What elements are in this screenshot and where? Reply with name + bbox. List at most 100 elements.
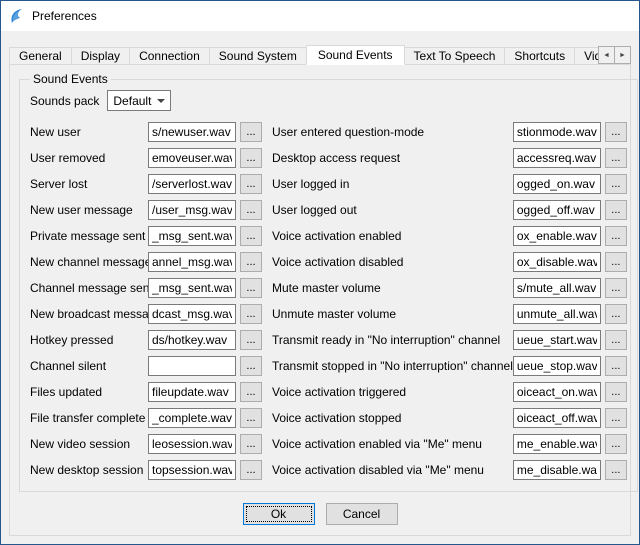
sound-file-input[interactable] [513,174,601,194]
sound-file-input[interactable] [148,460,236,480]
sound-file-input[interactable] [148,408,236,428]
browse-button[interactable]: ... [240,278,262,298]
sound-file-input[interactable] [148,434,236,454]
browse-button[interactable]: ... [605,304,627,324]
sound-file-input[interactable] [148,278,236,298]
sound-event-columns: New user ... User removed ... Server los… [30,119,627,483]
sound-event-label: User logged in [272,177,513,191]
ok-button[interactable]: Ok [243,503,315,525]
sound-event-label: New channel message [30,255,148,269]
sound-event-label: Voice activation enabled via "Me" menu [272,437,513,451]
sound-event-row: User removed ... [30,145,262,171]
sound-file-input[interactable] [513,460,601,480]
tab-sound-system[interactable]: Sound System [209,47,307,65]
browse-button[interactable]: ... [240,382,262,402]
window-title: Preferences [32,9,97,23]
sound-file-input[interactable] [148,382,236,402]
sound-event-label: File transfer complete [30,411,148,425]
sound-file-input[interactable] [513,356,601,376]
tab-sound-events[interactable]: Sound Events [306,45,405,65]
browse-button[interactable]: ... [240,174,262,194]
sound-event-label: Desktop access request [272,151,513,165]
sound-file-input[interactable] [513,382,601,402]
browse-button[interactable]: ... [605,330,627,350]
sound-file-input[interactable] [513,304,601,324]
sound-file-input[interactable] [513,434,601,454]
sound-event-row: New video session ... [30,431,262,457]
browse-button[interactable]: ... [605,252,627,272]
sound-event-label: User removed [30,151,148,165]
dialog-buttons: Ok Cancel [10,503,630,525]
browse-button[interactable]: ... [240,408,262,428]
browse-button[interactable]: ... [605,122,627,142]
right-column: User entered question-mode ... Desktop a… [272,119,627,483]
sound-file-input[interactable] [148,304,236,324]
browse-button[interactable]: ... [240,148,262,168]
sound-event-row: Transmit ready in "No interruption" chan… [272,327,627,353]
sound-event-row: Voice activation stopped ... [272,405,627,431]
browse-button[interactable]: ... [605,408,627,428]
sound-event-row: New user message ... [30,197,262,223]
browse-button[interactable]: ... [605,382,627,402]
sound-event-row: Voice activation enabled via "Me" menu .… [272,431,627,457]
browse-button[interactable]: ... [240,200,262,220]
sound-file-input[interactable] [513,200,601,220]
sound-event-row: New desktop session ... [30,457,262,483]
browse-button[interactable]: ... [240,356,262,376]
cancel-button[interactable]: Cancel [326,503,398,525]
sound-file-input[interactable] [513,330,601,350]
sound-file-input[interactable] [513,408,601,428]
browse-button[interactable]: ... [240,434,262,454]
sound-event-label: Voice activation disabled [272,255,513,269]
sound-event-label: New desktop session [30,463,148,477]
sound-file-input[interactable] [148,330,236,350]
sound-event-label: Mute master volume [272,281,513,295]
tab-scroll: ◄ ► [599,46,631,64]
sound-event-row: Server lost ... [30,171,262,197]
sound-file-input[interactable] [513,278,601,298]
browse-button[interactable]: ... [240,304,262,324]
browse-button[interactable]: ... [240,460,262,480]
left-column: New user ... User removed ... Server los… [30,119,262,483]
tab-scroll-right-button[interactable]: ► [614,46,631,64]
tab-connection[interactable]: Connection [129,47,210,65]
browse-button[interactable]: ... [605,460,627,480]
browse-button[interactable]: ... [240,122,262,142]
sound-file-input[interactable] [513,148,601,168]
sound-event-row: Hotkey pressed ... [30,327,262,353]
browse-button[interactable]: ... [605,434,627,454]
sound-file-input[interactable] [148,174,236,194]
tab-display[interactable]: Display [71,47,130,65]
browse-button[interactable]: ... [605,356,627,376]
browse-button[interactable]: ... [240,330,262,350]
sound-file-input[interactable] [148,356,236,376]
sound-file-input[interactable] [148,200,236,220]
browse-button[interactable]: ... [605,174,627,194]
tab-shortcuts[interactable]: Shortcuts [504,47,575,65]
sound-file-input[interactable] [148,122,236,142]
sound-event-row: Mute master volume ... [272,275,627,301]
sounds-pack-select[interactable]: Default [107,90,171,111]
browse-button[interactable]: ... [605,278,627,298]
sound-event-row: Transmit stopped in "No interruption" ch… [272,353,627,379]
browse-button[interactable]: ... [240,252,262,272]
tab-scroll-left-button[interactable]: ◄ [598,46,615,64]
sound-file-input[interactable] [513,122,601,142]
sound-file-input[interactable] [148,148,236,168]
tab-general[interactable]: General [9,47,72,65]
sound-events-group: Sound Events Sounds pack Default New use… [19,72,638,492]
sound-event-label: Voice activation disabled via "Me" menu [272,463,513,477]
sound-event-label: User entered question-mode [272,125,513,139]
sound-file-input[interactable] [513,226,601,246]
tab-text-to-speech[interactable]: Text To Speech [404,47,506,65]
sound-file-input[interactable] [148,252,236,272]
sound-event-label: New video session [30,437,148,451]
browse-button[interactable]: ... [605,148,627,168]
browse-button[interactable]: ... [605,226,627,246]
browse-button[interactable]: ... [240,226,262,246]
sound-file-input[interactable] [513,252,601,272]
sound-file-input[interactable] [148,226,236,246]
sound-event-label: Server lost [30,177,148,191]
sound-event-row: New channel message ... [30,249,262,275]
browse-button[interactable]: ... [605,200,627,220]
